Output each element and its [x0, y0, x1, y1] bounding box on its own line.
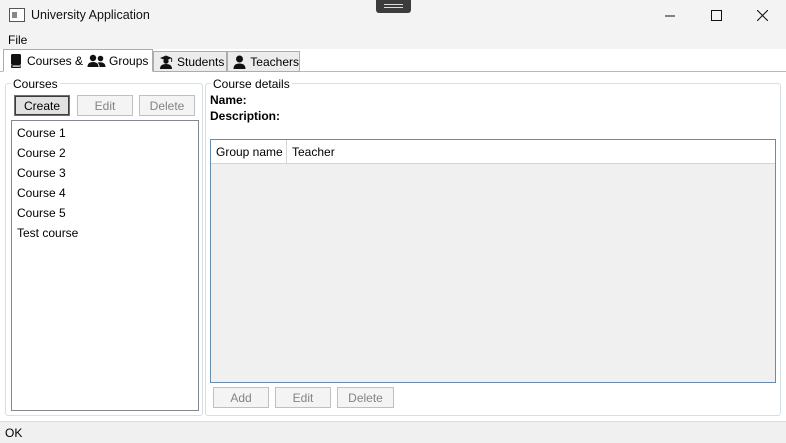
column-header-group-name[interactable]: Group name	[211, 140, 287, 164]
app-icon	[9, 8, 25, 22]
delete-group-button[interactable]: Delete	[337, 387, 394, 408]
tab-courses-groups[interactable]: Courses & Groups	[3, 49, 153, 72]
graduate-icon	[158, 54, 174, 70]
list-item[interactable]: Course 5	[12, 203, 198, 223]
menu-bar	[0, 31, 786, 49]
minimize-icon	[665, 15, 675, 16]
tab-courses-label: Courses &	[27, 53, 84, 68]
tab-teachers[interactable]: Teachers	[227, 51, 300, 72]
tab-teachers-label: Teachers	[250, 54, 299, 69]
close-button[interactable]	[739, 0, 785, 31]
list-item[interactable]: Course 4	[12, 183, 198, 203]
maximize-button[interactable]	[693, 0, 739, 31]
add-group-button[interactable]: Add	[213, 387, 269, 408]
tab-students[interactable]: Students	[153, 51, 227, 72]
minimize-button[interactable]	[647, 0, 693, 31]
status-bar: OK	[0, 421, 786, 443]
menu-file[interactable]: File	[8, 33, 27, 47]
list-item[interactable]: Course 2	[12, 143, 198, 163]
tab-groups-label: Groups	[109, 53, 149, 68]
status-text: OK	[5, 426, 23, 440]
tab-students-label: Students	[177, 54, 225, 69]
edit-group-button[interactable]: Edit	[275, 387, 331, 408]
close-icon	[756, 10, 768, 21]
book-icon	[8, 53, 24, 69]
list-item[interactable]: Test course	[12, 223, 198, 243]
maximize-icon	[710, 10, 722, 21]
courses-legend: Courses	[11, 77, 60, 91]
course-list[interactable]: Course 1 Course 2 Course 3 Course 4 Cour…	[11, 120, 199, 411]
grid-header: Group name Teacher	[211, 140, 775, 164]
description-label: Description:	[210, 109, 281, 123]
window-title: University Application	[31, 8, 150, 22]
edit-course-button[interactable]: Edit	[77, 95, 133, 116]
course-details-legend: Course details	[211, 77, 292, 91]
snap-layout-handle[interactable]	[376, 0, 411, 13]
delete-course-button[interactable]: Delete	[139, 95, 195, 116]
name-label: Name:	[210, 93, 247, 107]
create-course-button[interactable]: Create	[14, 95, 70, 116]
list-item[interactable]: Course 1	[12, 123, 198, 143]
column-header-teacher[interactable]: Teacher	[287, 140, 775, 164]
groups-grid[interactable]: Group name Teacher	[210, 139, 776, 383]
people-icon	[86, 53, 106, 69]
list-item[interactable]: Course 3	[12, 163, 198, 183]
person-icon	[232, 54, 247, 70]
